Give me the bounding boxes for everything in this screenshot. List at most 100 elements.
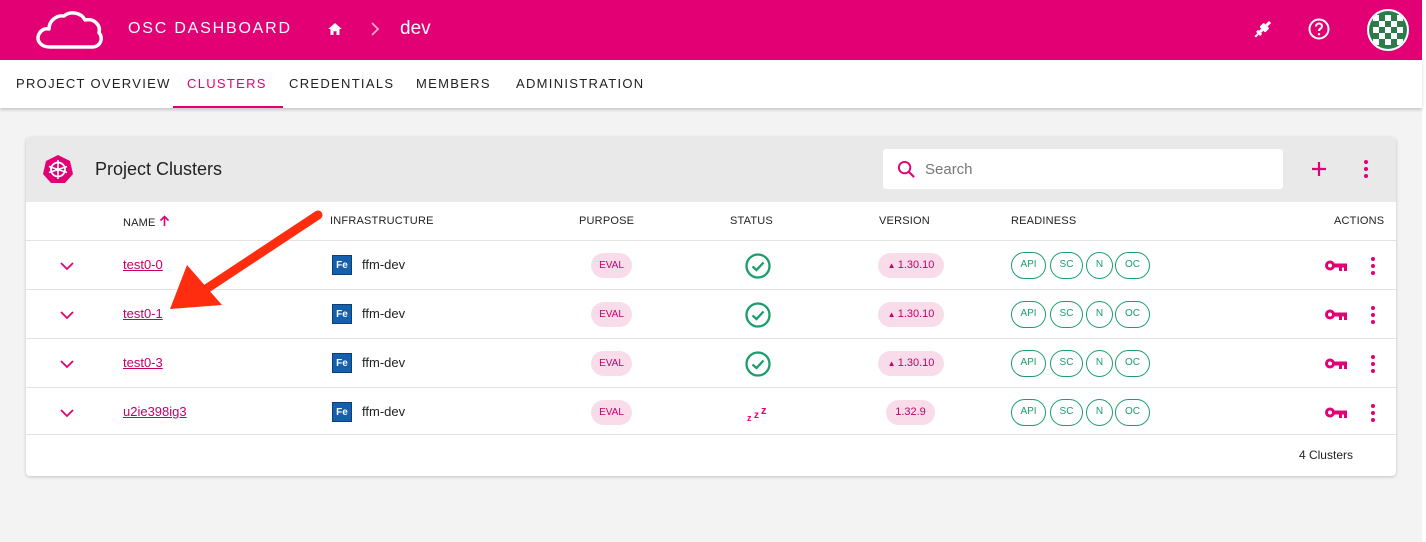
breadcrumb-current[interactable]: dev (400, 18, 431, 40)
arrow-up-icon[interactable] (159, 215, 170, 227)
version-label: 1.30.10 (897, 357, 935, 369)
app-title[interactable]: OSC DASHBOARD (128, 20, 292, 38)
readiness-sc: SC (1050, 399, 1083, 426)
more-vert-icon[interactable] (1363, 304, 1383, 326)
search-box[interactable] (883, 149, 1283, 189)
readiness-oc: OC (1115, 399, 1150, 426)
add-cluster-button[interactable] (1307, 157, 1331, 181)
avatar[interactable] (1367, 9, 1409, 51)
card-header: Project Clusters (26, 137, 1396, 202)
header-name[interactable]: NAME (123, 215, 170, 229)
header-version[interactable]: VERSION (879, 215, 930, 227)
chevron-down-icon[interactable] (58, 355, 76, 373)
readiness-n: N (1086, 252, 1113, 279)
check-circle-icon (745, 351, 771, 377)
readiness-api: API (1011, 301, 1046, 328)
header-name-label: NAME (123, 217, 156, 229)
infra-badge-icon: Fe (332, 402, 352, 422)
chevron-down-icon[interactable] (58, 404, 76, 422)
readiness-sc: SC (1050, 252, 1083, 279)
key-icon[interactable] (1324, 257, 1348, 274)
readiness-api: API (1011, 399, 1046, 426)
purpose-badge: EVAL (591, 400, 632, 425)
header-readiness: READINESS (1011, 215, 1077, 227)
infrastructure-name: ffm-dev (362, 257, 406, 272)
key-icon[interactable] (1324, 306, 1348, 323)
header-infrastructure[interactable]: INFRASTRUCTURE (330, 215, 434, 227)
table-row[interactable]: test0-0 Fe ffm-dev EVAL ▲ 1.30.10 API SC… (26, 240, 1396, 289)
tab-project-overview[interactable]: PROJECT OVERVIEW (16, 60, 171, 108)
svg-text:z: z (754, 410, 759, 421)
header-purpose[interactable]: PURPOSE (579, 215, 634, 227)
readiness-n: N (1086, 399, 1113, 426)
version-badge[interactable]: ▲ 1.30.10 (878, 253, 944, 278)
search-icon (897, 160, 915, 178)
readiness-sc: SC (1050, 301, 1083, 328)
nav-tabs: PROJECT OVERVIEW CLUSTERS CREDENTIALS ME… (0, 60, 1422, 108)
readiness-n: N (1086, 301, 1113, 328)
table-footer-divider (26, 434, 1396, 435)
help-icon[interactable] (1307, 17, 1331, 41)
check-circle-icon (745, 253, 771, 279)
card-title: Project Clusters (95, 159, 223, 179)
cluster-count: 4 Clusters (1298, 448, 1353, 462)
readiness-api: API (1011, 252, 1046, 279)
purpose-badge: EVAL (591, 351, 632, 376)
version-badge[interactable]: ▲ 1.30.10 (878, 302, 944, 327)
tab-administration[interactable]: ADMINISTRATION (516, 60, 644, 108)
table-row[interactable]: test0-1 Fe ffm-dev EVAL ▲ 1.30.10 API SC… (26, 289, 1396, 338)
cloud-logo-icon[interactable] (34, 9, 104, 51)
kubernetes-icon (43, 155, 73, 183)
check-circle-icon (745, 302, 771, 328)
tab-clusters[interactable]: CLUSTERS (173, 60, 283, 108)
version-badge[interactable]: 1.32.9 (886, 400, 935, 425)
infrastructure-name: ffm-dev (362, 306, 406, 321)
infra-badge-icon: Fe (332, 353, 352, 373)
cluster-name-link[interactable]: u2ie398ig3 (123, 404, 187, 419)
readiness-n: N (1086, 350, 1113, 377)
plug-icon[interactable] (1251, 17, 1275, 41)
header-actions: ACTIONS (1334, 215, 1385, 227)
version-upgrade-caret-icon: ▲ (887, 310, 898, 319)
key-icon[interactable] (1324, 355, 1348, 372)
key-icon[interactable] (1324, 404, 1348, 421)
infra-badge-icon: Fe (332, 304, 352, 324)
svg-text:z: z (747, 413, 752, 423)
version-label: 1.30.10 (897, 308, 935, 320)
chevron-down-icon[interactable] (58, 306, 76, 324)
version-upgrade-caret-icon: ▲ (887, 261, 898, 270)
chevron-down-icon[interactable] (58, 257, 76, 275)
purpose-badge: EVAL (591, 253, 632, 278)
cluster-name-link[interactable]: test0-3 (123, 355, 163, 370)
readiness-api: API (1011, 350, 1046, 377)
table-row[interactable]: test0-3 Fe ffm-dev EVAL ▲ 1.30.10 API SC… (26, 338, 1396, 387)
header-status[interactable]: STATUS (730, 215, 773, 227)
readiness-oc: OC (1115, 301, 1150, 328)
infrastructure-name: ffm-dev (362, 404, 406, 419)
table-row[interactable]: u2ie398ig3 Fe ffm-dev EVAL z z z 1.32.9 … (26, 387, 1396, 436)
tab-credentials[interactable]: CREDENTIALS (289, 60, 394, 108)
more-vert-icon[interactable] (1363, 255, 1383, 277)
readiness-oc: OC (1115, 350, 1150, 377)
top-bar: OSC DASHBOARD dev (0, 0, 1422, 60)
chevron-right-icon (371, 22, 380, 36)
version-label: 1.30.10 (897, 259, 935, 271)
purpose-badge: EVAL (591, 302, 632, 327)
readiness-sc: SC (1050, 350, 1083, 377)
tab-members[interactable]: MEMBERS (416, 60, 491, 108)
search-input[interactable] (925, 149, 1275, 189)
project-clusters-card: Project Clusters NAME INFRASTRUCTURE PUR… (26, 137, 1396, 476)
version-upgrade-caret-icon: ▲ (887, 359, 898, 368)
svg-text:z: z (761, 405, 767, 417)
sleep-zzz-icon: z z z (747, 405, 767, 423)
home-icon[interactable] (326, 20, 344, 38)
version-badge[interactable]: ▲ 1.30.10 (878, 351, 944, 376)
window-edge (1422, 0, 1426, 542)
more-vert-icon[interactable] (1363, 353, 1383, 375)
more-vert-icon[interactable] (1356, 157, 1376, 181)
more-vert-icon[interactable] (1363, 402, 1383, 424)
infra-badge-icon: Fe (332, 255, 352, 275)
readiness-oc: OC (1115, 252, 1150, 279)
cluster-name-link[interactable]: test0-1 (123, 306, 163, 321)
cluster-name-link[interactable]: test0-0 (123, 257, 163, 272)
